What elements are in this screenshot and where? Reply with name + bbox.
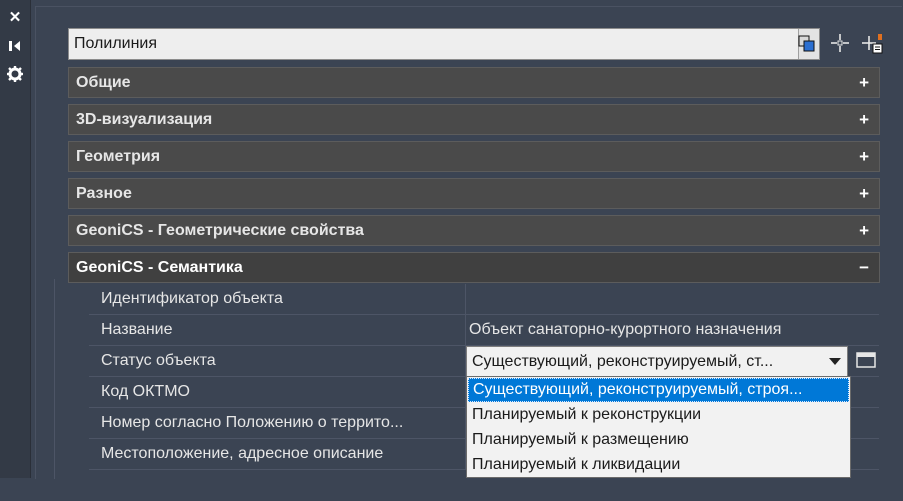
status-option[interactable]: Планируемый к размещению bbox=[468, 428, 849, 452]
option-label: Планируемый к размещению bbox=[472, 431, 689, 448]
category-3d-visualization[interactable]: 3D-визуализация + bbox=[68, 104, 880, 135]
object-type-value: Полилиния bbox=[74, 35, 158, 52]
category-label: GeoniCS - Семантика bbox=[76, 259, 243, 276]
object-type-select[interactable]: Полилиния bbox=[68, 28, 820, 60]
dialog-button-icon[interactable] bbox=[856, 352, 876, 368]
settings-icon[interactable] bbox=[6, 65, 24, 83]
status-value: Существующий, реконструируемый, ст... bbox=[472, 353, 774, 370]
category-label: 3D-визуализация bbox=[76, 111, 213, 128]
column-divider bbox=[465, 315, 466, 346]
category-misc[interactable]: Разное + bbox=[68, 178, 880, 209]
status-option[interactable]: Планируемый к реконструкции bbox=[468, 403, 849, 427]
select-objects-icon[interactable] bbox=[828, 31, 852, 55]
property-name: Идентификатор объекта bbox=[101, 290, 283, 307]
expand-icon[interactable]: + bbox=[859, 68, 869, 97]
property-name: Статус объекта bbox=[101, 352, 216, 369]
expand-icon[interactable]: + bbox=[859, 216, 869, 245]
property-name: Код ОКТМО bbox=[101, 383, 190, 400]
category-geonics-semantics[interactable]: GeoniCS - Семантика − bbox=[68, 252, 880, 283]
category-geonics-geometric[interactable]: GeoniCS - Геометрические свойства + bbox=[68, 215, 880, 246]
category-label: Общие bbox=[76, 74, 131, 91]
expand-icon[interactable]: + bbox=[859, 142, 869, 171]
status-dropdown-list: Существующий, реконструируемый, строя...… bbox=[466, 376, 851, 478]
category-general[interactable]: Общие + bbox=[68, 67, 880, 98]
expand-icon[interactable]: + bbox=[859, 105, 869, 134]
status-combobox[interactable]: Существующий, реконструируемый, ст... bbox=[466, 346, 848, 377]
category-label: Разное bbox=[76, 185, 132, 202]
property-name: Номер согласно Положению о террито... bbox=[101, 414, 404, 431]
status-option[interactable]: Существующий, реконструируемый, строя... bbox=[468, 378, 849, 402]
column-divider bbox=[465, 284, 466, 315]
category-geometry[interactable]: Геометрия + bbox=[68, 141, 880, 172]
chevron-down-icon[interactable] bbox=[823, 347, 847, 376]
category-label: GeoniCS - Геометрические свойства bbox=[76, 222, 364, 239]
property-name: Местоположение, адресное описание bbox=[101, 445, 384, 462]
option-label: Планируемый к реконструкции bbox=[472, 406, 702, 423]
pickadd-toggle-icon[interactable] bbox=[860, 31, 884, 55]
property-row[interactable]: Идентификатор объекта bbox=[89, 284, 879, 315]
grid-divider bbox=[54, 279, 55, 479]
status-option[interactable]: Планируемый к ликвидации bbox=[468, 453, 849, 477]
property-name: Название bbox=[101, 321, 173, 338]
property-value: Объект санаторно-курортного назначения bbox=[469, 321, 782, 338]
collapse-icon[interactable]: − bbox=[859, 253, 869, 282]
property-row[interactable]: Название Объект санаторно-курортного наз… bbox=[89, 315, 879, 346]
quick-select-icon[interactable] bbox=[796, 31, 820, 55]
expand-icon[interactable]: + bbox=[859, 179, 869, 208]
palette-strip: ✕ bbox=[0, 0, 31, 478]
pin-icon[interactable] bbox=[6, 37, 24, 55]
option-label: Существующий, реконструируемый, строя... bbox=[473, 381, 803, 398]
option-label: Планируемый к ликвидации bbox=[472, 456, 681, 473]
category-label: Геометрия bbox=[76, 148, 161, 165]
close-icon[interactable]: ✕ bbox=[6, 9, 24, 27]
